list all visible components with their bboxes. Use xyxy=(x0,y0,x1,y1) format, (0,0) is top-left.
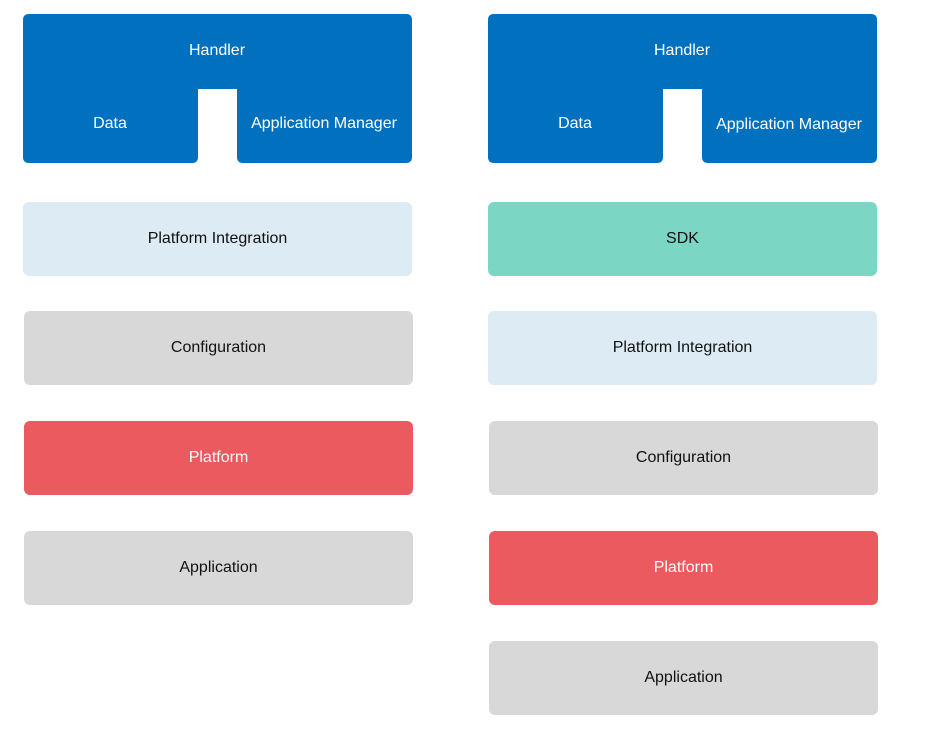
layer-platform: Platform xyxy=(489,531,878,605)
handler-shape xyxy=(488,14,877,163)
layer-configuration: Configuration xyxy=(489,421,878,495)
layer-label: Application xyxy=(644,669,723,686)
layer-platform-integration: Platform Integration xyxy=(488,311,877,385)
handler-label: Handler xyxy=(653,42,711,59)
handler-block: Handler Data Application Manager xyxy=(488,14,877,163)
right-architecture-stack: Handler Data Application Manager SDK Pla… xyxy=(0,0,946,750)
layer-label: Platform Integration xyxy=(612,339,753,356)
layer-label: Platform xyxy=(653,559,714,576)
layer-label: SDK xyxy=(666,230,699,247)
layer-sdk: SDK xyxy=(488,202,877,276)
application-manager-label: Application Manager xyxy=(716,116,862,133)
layer-label: Configuration xyxy=(635,449,732,466)
layer-application: Application xyxy=(489,641,878,715)
data-label: Data xyxy=(558,115,592,132)
